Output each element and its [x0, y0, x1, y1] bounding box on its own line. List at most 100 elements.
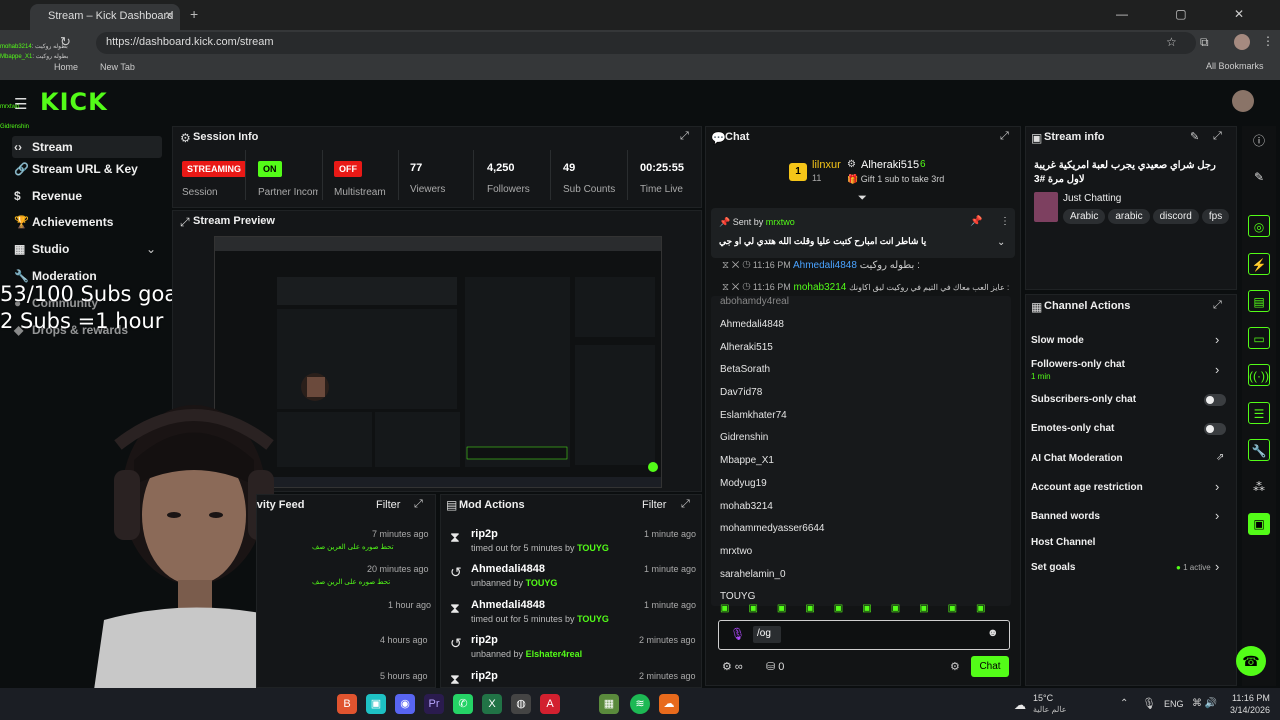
chevron-right-icon[interactable]: › — [1215, 362, 1219, 377]
chatter-name[interactable]: abohamdy4real — [720, 296, 789, 306]
clock-time[interactable]: 11:16 PM — [1232, 693, 1270, 703]
microphone-icon[interactable]: 🎙 — [1142, 697, 1156, 710]
host-channel-item[interactable]: Host Channel — [1031, 537, 1095, 548]
expand-icon[interactable]: ⤢ — [681, 498, 690, 511]
chatter-name[interactable]: Eslamkhater74 — [720, 410, 825, 433]
chat-icon[interactable]: ▭ — [1248, 327, 1270, 349]
sidebar-item-achievements[interactable]: 🏆 Achievements — [14, 215, 113, 229]
browser-menu-icon[interactable]: ⋮ — [1262, 34, 1274, 48]
obs-icon[interactable]: ◍ — [511, 694, 531, 714]
community-icon[interactable]: ⁂ — [1248, 476, 1270, 498]
expand-icon[interactable]: ⤢ — [414, 498, 423, 511]
tag[interactable]: fps — [1201, 209, 1230, 224]
microphone-icon[interactable]: 🎙 — [730, 627, 745, 641]
spotify-icon[interactable]: ≋ — [630, 694, 650, 714]
expand-icon[interactable]: ⤢ — [1000, 130, 1009, 143]
set-goals-item[interactable]: Set goals — [1031, 562, 1075, 573]
discord-icon[interactable]: ◉ — [395, 694, 415, 714]
browser-profile-avatar[interactable] — [1234, 34, 1250, 50]
user-avatar[interactable] — [1232, 90, 1254, 112]
minecraft-icon[interactable]: ▦ — [599, 694, 619, 714]
edit-icon[interactable]: ✎ — [1190, 130, 1199, 143]
activity-filter-button[interactable]: Filter — [376, 499, 400, 511]
edit-icon[interactable]: ✎ — [1248, 166, 1270, 188]
chatter-name[interactable]: mohab3214 — [720, 501, 825, 524]
chevron-right-icon[interactable]: › — [1215, 479, 1219, 494]
network-icon[interactable]: ⌘ 🔊 — [1192, 698, 1217, 709]
document-icon[interactable]: ▤ — [1248, 290, 1270, 312]
premiere-icon[interactable]: Pr — [424, 694, 444, 714]
chat-message[interactable]: ⧖ ✕ ◷ 11:16 PM Ahmedali4848 بطوله روكيت … — [722, 260, 920, 271]
capture-icon[interactable]: ◎ — [1248, 215, 1270, 237]
top-gifter-name[interactable]: lilnxur — [812, 159, 841, 171]
account-age-item[interactable]: Account age restriction — [1031, 482, 1143, 493]
subscribers-only-item[interactable]: Subscribers-only chat — [1031, 394, 1136, 405]
bookmark-star-icon[interactable]: ☆ — [1166, 35, 1177, 49]
all-bookmarks[interactable]: All Bookmarks — [1206, 61, 1264, 71]
info-icon[interactable]: ⓘ — [1248, 130, 1270, 152]
chatter-name[interactable]: Mbappe_X1 — [720, 455, 825, 478]
wrench-icon[interactable]: 🔧 — [1248, 439, 1270, 461]
emote-bar[interactable]: ▣▣▣▣▣▣▣▣▣▣ — [720, 603, 1010, 614]
external-link-icon[interactable]: ⇗ — [1216, 452, 1224, 463]
bolt-icon[interactable]: ⚡ — [1248, 253, 1270, 275]
sidebar-item-stream[interactable]: ‹› Stream — [12, 136, 162, 158]
emotes-only-item[interactable]: Emotes-only chat — [1031, 423, 1114, 434]
chatter-name[interactable]: mrxtwo — [720, 546, 825, 569]
acrobat-icon[interactable]: A — [540, 694, 560, 714]
tag[interactable]: Arabic — [1063, 209, 1106, 224]
ai-moderation-item[interactable]: AI Chat Moderation — [1031, 453, 1123, 464]
app-icon[interactable]: ☁ — [659, 694, 679, 714]
settings-infinity-icon[interactable]: ⚙ ∞ — [722, 660, 743, 673]
language-indicator[interactable]: ENG — [1164, 699, 1184, 709]
chevron-down-icon[interactable]: ⌄ — [997, 237, 1005, 248]
chatter-name[interactable]: mohammedyasser6644 — [720, 523, 825, 546]
sidebar-item-revenue[interactable]: $ Revenue — [14, 189, 82, 203]
chatter-name[interactable]: Modyug19 — [720, 478, 825, 501]
brave-icon[interactable]: B — [337, 694, 357, 714]
tag[interactable]: arabic — [1108, 209, 1150, 224]
app-icon[interactable]: ▣ — [366, 694, 386, 714]
slow-mode-item[interactable]: Slow mode — [1031, 335, 1084, 346]
new-tab-icon[interactable]: + — [190, 6, 198, 22]
chatter-name[interactable]: sarahelamin_0 — [720, 569, 825, 592]
tab-close-icon[interactable]: ✕ — [165, 9, 174, 22]
chevron-down-icon[interactable]: ⌄ — [146, 242, 156, 256]
chat-input[interactable]: /og — [753, 626, 781, 643]
expand-icon[interactable]: ⤢ — [1213, 299, 1222, 312]
chatter-name[interactable]: Ahmedali4848 — [720, 319, 825, 342]
chatter-name[interactable]: Gidrenshin — [720, 432, 825, 455]
chevron-down-icon[interactable]: ⏷ — [858, 192, 867, 205]
expand-icon[interactable]: ⤢ — [1213, 130, 1222, 143]
expand-icon[interactable]: ⤢ — [680, 130, 689, 143]
mod-action-user[interactable]: rip2p — [471, 634, 498, 646]
chatter-name[interactable]: Alheraki515 — [720, 342, 825, 365]
mod-action-user[interactable]: rip2p — [471, 528, 498, 540]
mod-action-user[interactable]: Ahmedali4848 — [471, 599, 545, 611]
chevron-right-icon[interactable]: › — [1215, 508, 1219, 523]
tag[interactable]: discord — [1152, 209, 1199, 224]
broadcast-icon[interactable]: ((·)) — [1248, 364, 1270, 386]
mod-actions-filter-button[interactable]: Filter — [642, 499, 666, 511]
category-thumbnail[interactable] — [1034, 192, 1058, 222]
chevron-right-icon[interactable]: › — [1215, 332, 1219, 347]
app-icon[interactable]: ▣ — [1248, 513, 1270, 535]
clock-date[interactable]: 3/14/2026 — [1230, 705, 1270, 715]
banned-words-item[interactable]: Banned words — [1031, 511, 1100, 522]
whatsapp-icon[interactable]: ✆ — [453, 694, 473, 714]
tray-chevron-icon[interactable]: ⌃ — [1120, 698, 1128, 709]
category-name[interactable]: Just Chatting — [1063, 193, 1121, 204]
sidebar-item-stream-url[interactable]: 🔗 Stream URL & Key — [14, 162, 138, 176]
gift-cta[interactable]: 🎁 Gift 1 sub to take 3rd — [847, 174, 944, 185]
pin-icon[interactable]: 📌 — [970, 216, 982, 227]
more-icon[interactable]: ⋮ — [1000, 216, 1010, 227]
chatter-name[interactable]: Dav7id78 — [720, 387, 825, 410]
chatter-name[interactable]: BetaSorath — [720, 364, 825, 387]
followers-only-item[interactable]: Followers-only chat — [1031, 359, 1125, 370]
emotes-only-toggle[interactable] — [1204, 423, 1226, 435]
support-button[interactable]: ☎ — [1236, 646, 1266, 676]
mod-action-user[interactable]: rip2p — [471, 670, 498, 685]
sidebar-item-studio[interactable]: ▦ Studio — [14, 242, 69, 256]
excel-icon[interactable]: X — [482, 694, 502, 714]
extensions-icon[interactable]: ⧉ — [1200, 35, 1209, 50]
